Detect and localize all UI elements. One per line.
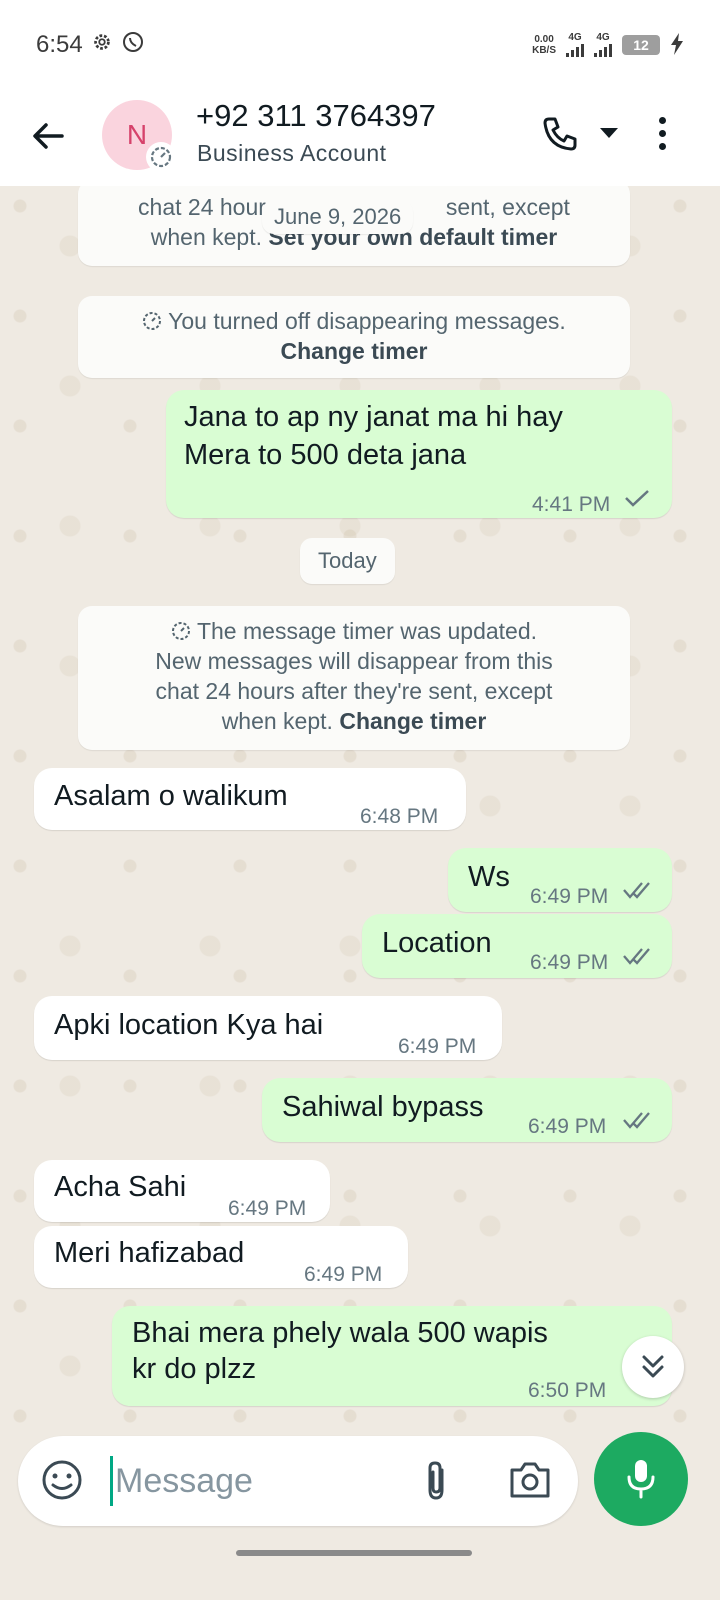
single-check-icon [625,490,649,507]
settings-icon [91,31,113,60]
avatar-letter: N [126,119,148,150]
message-text: Meri hafizabad [54,1237,245,1269]
message-time: 4:41 PM [532,493,611,516]
message-time: 6:49 PM [530,951,609,974]
message-text: Location [382,927,492,959]
charging-icon [670,32,684,58]
outgoing-message[interactable]: Location 6:49 PM [362,914,672,978]
change-timer-link[interactable]: Change timer [339,708,486,734]
message-text: Acha Sahi [54,1171,187,1203]
more-vert-icon[interactable] [650,112,674,158]
message-time: 6:49 PM [530,885,609,908]
message-text: Asalam o walikum [54,780,288,812]
status-time: 6:54 [36,31,83,58]
message-text: Apki location Kya hai [54,1009,324,1041]
message-time: 6:48 PM [360,805,439,828]
incoming-message[interactable]: Asalam o walikum 6:48 PM [34,768,466,830]
incoming-message[interactable]: Apki location Kya hai 6:49 PM [34,996,502,1060]
message-time: 6:49 PM [228,1197,307,1220]
sticker-icon[interactable] [40,1458,84,1502]
back-arrow-icon[interactable] [28,116,68,156]
double-check-icon [623,882,650,899]
net-speed: 0.00 KB/S [532,34,556,56]
whatsapp-icon [121,30,145,61]
phone-icon[interactable] [540,114,580,154]
chevron-down-icon[interactable] [598,126,620,140]
message-time: 6:49 PM [528,1115,607,1138]
date-pill: June 9, 2026 [262,200,414,234]
message-composer [18,1436,578,1526]
system-nav-bar [0,1536,720,1600]
chat-header: N +92 311 3764397 Business Account [0,90,720,186]
sim1-signal-icon: 4G [566,33,584,57]
message-time: 6:50 PM [528,1379,607,1402]
attach-icon[interactable] [418,1458,454,1504]
camera-icon[interactable] [508,1460,552,1500]
message-text: Mera to 500 deta jana [184,439,467,471]
home-indicator[interactable] [236,1550,472,1556]
outgoing-message[interactable]: Sahiwal bypass 6:49 PM [262,1078,672,1142]
disappearing-timer-icon [146,142,176,172]
scroll-down-icon [642,1355,664,1378]
date-pill-today: Today [300,538,395,584]
system-message-timer-updated: The message timer was updated. New messa… [78,606,630,750]
chat-area[interactable]: chat 24 hour sent, except when kept. Set … [0,186,720,1436]
sim2-signal-icon: 4G [594,33,612,57]
scroll-down-button[interactable] [622,1336,684,1398]
timer-icon [142,308,162,330]
incoming-message[interactable]: Meri hafizabad 6:49 PM [34,1226,408,1288]
message-text: kr do plzz [132,1353,257,1385]
battery-icon: 12 [622,35,660,55]
mic-button[interactable] [594,1432,688,1526]
change-timer-link[interactable]: Change timer [281,338,428,364]
outgoing-message[interactable]: Ws 6:49 PM [448,848,672,912]
double-check-icon [623,948,650,965]
incoming-message[interactable]: Acha Sahi 6:49 PM [34,1160,330,1222]
double-check-icon [623,1112,650,1129]
outgoing-message[interactable]: Jana to ap ny janat ma hi hay Mera to 50… [166,390,672,518]
message-text: Bhai mera phely wala 500 wapis [132,1317,548,1349]
message-time: 6:49 PM [398,1035,477,1058]
contact-name[interactable]: +92 311 3764397 [196,98,436,134]
system-message-timer-off: You turned off disappearing messages. Ch… [78,296,630,378]
message-time: 6:49 PM [304,1263,383,1286]
message-text: Ws [468,861,510,893]
message-text: Sahiwal bypass [282,1091,484,1123]
contact-subtitle[interactable]: Business Account [197,140,387,167]
timer-icon [171,618,191,640]
message-text: Jana to ap ny janat ma hi hay [184,401,563,433]
status-bar: 6:54 0.00 KB/S 4G 4G 12 [0,0,720,90]
mic-icon [627,1460,655,1499]
outgoing-message[interactable]: Bhai mera phely wala 500 wapis kr do plz… [112,1306,672,1406]
message-input[interactable] [110,1456,400,1506]
